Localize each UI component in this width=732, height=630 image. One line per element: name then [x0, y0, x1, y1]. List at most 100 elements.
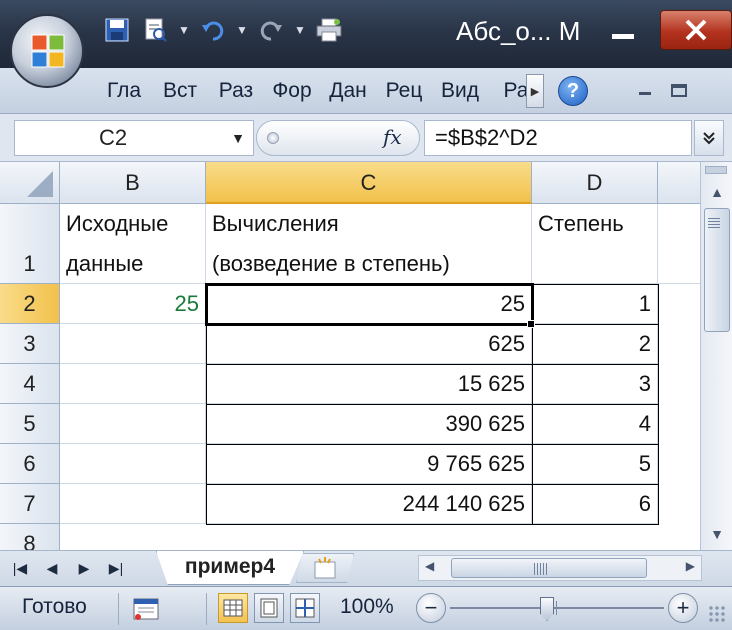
scroll-down-icon[interactable]: ▼: [704, 522, 730, 546]
cell-d5[interactable]: 4: [532, 404, 658, 444]
row-header-5[interactable]: 5: [0, 404, 60, 444]
cell-d4[interactable]: 3: [532, 364, 658, 404]
column-header-d[interactable]: D: [532, 162, 658, 204]
expand-formula-bar-icon[interactable]: [694, 120, 724, 156]
zoom-in-button[interactable]: +: [668, 593, 698, 623]
cell-b6[interactable]: [60, 444, 206, 484]
scroll-up-icon[interactable]: ▲: [704, 180, 730, 204]
cell-d2[interactable]: 1: [532, 284, 658, 324]
row-header-1[interactable]: 1: [0, 204, 60, 284]
tab-data[interactable]: Дан: [320, 79, 376, 103]
help-icon[interactable]: ?: [558, 76, 588, 106]
tab-formulas[interactable]: Фор: [264, 79, 320, 103]
page-layout-view-icon[interactable]: [254, 593, 284, 623]
page-break-view-icon[interactable]: [290, 593, 320, 623]
scroll-right-icon[interactable]: ▶: [686, 559, 695, 573]
insert-sheet-icon[interactable]: [296, 553, 354, 583]
table-row-line: [206, 404, 659, 405]
ribbon-restore-icon[interactable]: [664, 78, 694, 104]
row-header-8[interactable]: 8: [0, 524, 60, 550]
row-header-2[interactable]: 2: [0, 284, 60, 324]
chevron-down-icon[interactable]: ▼: [176, 13, 192, 47]
cell-c5[interactable]: 390 625: [206, 404, 532, 444]
split-box[interactable]: [705, 166, 727, 174]
office-button[interactable]: [10, 14, 84, 88]
sheet-tab-bar: |◀ ◀ ▶ ▶| пример4 ◀ ▶: [0, 550, 732, 586]
table-row-line: [206, 324, 659, 325]
table-row-line: [206, 444, 659, 445]
fill-handle[interactable]: [527, 320, 535, 328]
scroll-left-icon[interactable]: ◀: [425, 559, 434, 573]
tab-page-layout[interactable]: Раз: [208, 79, 264, 103]
cell-d1[interactable]: Степень: [532, 204, 658, 284]
next-sheet-icon[interactable]: ▶: [74, 557, 94, 579]
tab-insert[interactable]: Вст: [152, 79, 208, 103]
resize-grip-icon[interactable]: [708, 605, 726, 623]
redo-icon[interactable]: [254, 13, 288, 47]
ribbon-scroll-right-button[interactable]: ▶: [526, 74, 544, 108]
printer-icon[interactable]: [312, 13, 346, 47]
undo-icon[interactable]: [196, 13, 230, 47]
cell-b7[interactable]: [60, 484, 206, 524]
row-header-3[interactable]: 3: [0, 324, 60, 364]
minimize-icon[interactable]: [600, 16, 646, 46]
cell-c1-line1: Вычисления: [212, 211, 339, 236]
insert-function-button[interactable]: fx: [383, 125, 402, 149]
ribbon: Гла Вст Раз Фор Дан Рец Вид Ра ▶ ?: [0, 68, 732, 114]
horizontal-scroll-thumb[interactable]: [451, 558, 647, 578]
cell-c7[interactable]: 244 140 625: [206, 484, 532, 524]
status-separator: [206, 593, 207, 625]
row-header-4[interactable]: 4: [0, 364, 60, 404]
ribbon-tabs: Гла Вст Раз Фор Дан Рец Вид Ра: [96, 68, 544, 114]
horizontal-scrollbar[interactable]: ◀ ▶: [418, 555, 702, 581]
first-sheet-icon[interactable]: |◀: [10, 557, 30, 579]
ribbon-minimize-icon[interactable]: [630, 78, 660, 104]
cell-e1[interactable]: [658, 204, 700, 284]
macro-record-icon[interactable]: [130, 595, 162, 623]
cell-c2[interactable]: 25: [206, 284, 532, 324]
cell-d6[interactable]: 5: [532, 444, 658, 484]
prev-sheet-icon[interactable]: ◀: [42, 557, 62, 579]
save-icon[interactable]: [100, 13, 134, 47]
tab-review[interactable]: Рец: [376, 79, 432, 103]
cell-b1[interactable]: Исходные данные: [60, 204, 206, 284]
column-header-b[interactable]: B: [60, 162, 206, 204]
splitter-handle[interactable]: [267, 132, 279, 144]
formula-input[interactable]: =$B$2^D2: [424, 120, 692, 156]
chevron-down-icon[interactable]: ▼: [292, 13, 308, 47]
cell-c4[interactable]: 15 625: [206, 364, 532, 404]
cell-b4[interactable]: [60, 364, 206, 404]
tab-home[interactable]: Гла: [96, 79, 152, 103]
sheet-tab-active[interactable]: пример4: [156, 551, 304, 585]
cell-d3[interactable]: 2: [532, 324, 658, 364]
chevron-down-icon[interactable]: ▼: [231, 121, 245, 155]
print-preview-icon[interactable]: [138, 13, 172, 47]
normal-view-icon[interactable]: [218, 593, 248, 623]
title-bar: ▼ ▼ ▼ Абс_о... М: [0, 0, 732, 68]
cell-d7[interactable]: 6: [532, 484, 658, 524]
column-header-c[interactable]: C: [206, 162, 532, 204]
cell-b5[interactable]: [60, 404, 206, 444]
cell-c6[interactable]: 9 765 625: [206, 444, 532, 484]
cell-b3[interactable]: [60, 324, 206, 364]
cell-c3[interactable]: 625: [206, 324, 532, 364]
grip-icon: [534, 563, 548, 575]
column-header-e[interactable]: [658, 162, 700, 204]
zoom-level[interactable]: 100%: [340, 595, 394, 619]
select-all-button[interactable]: [0, 162, 60, 204]
close-button[interactable]: [660, 10, 732, 50]
chevron-down-icon[interactable]: ▼: [234, 13, 250, 47]
cell-c1[interactable]: Вычисления (возведение в степень): [206, 204, 532, 284]
tab-view[interactable]: Вид: [432, 79, 488, 103]
sheet-navigation: |◀ ◀ ▶ ▶|: [10, 557, 126, 579]
vertical-scrollbar[interactable]: ▲ ▼: [700, 162, 732, 550]
name-box[interactable]: C2 ▼: [14, 120, 254, 156]
last-sheet-icon[interactable]: ▶|: [106, 557, 126, 579]
status-bar: Готово 100% − +: [0, 586, 732, 630]
cell-b2[interactable]: 25: [60, 284, 206, 324]
zoom-slider-thumb[interactable]: [540, 597, 554, 621]
zoom-out-button[interactable]: −: [416, 593, 446, 623]
row-header-6[interactable]: 6: [0, 444, 60, 484]
row-header-7[interactable]: 7: [0, 484, 60, 524]
zoom-slider-track[interactable]: [450, 607, 664, 609]
